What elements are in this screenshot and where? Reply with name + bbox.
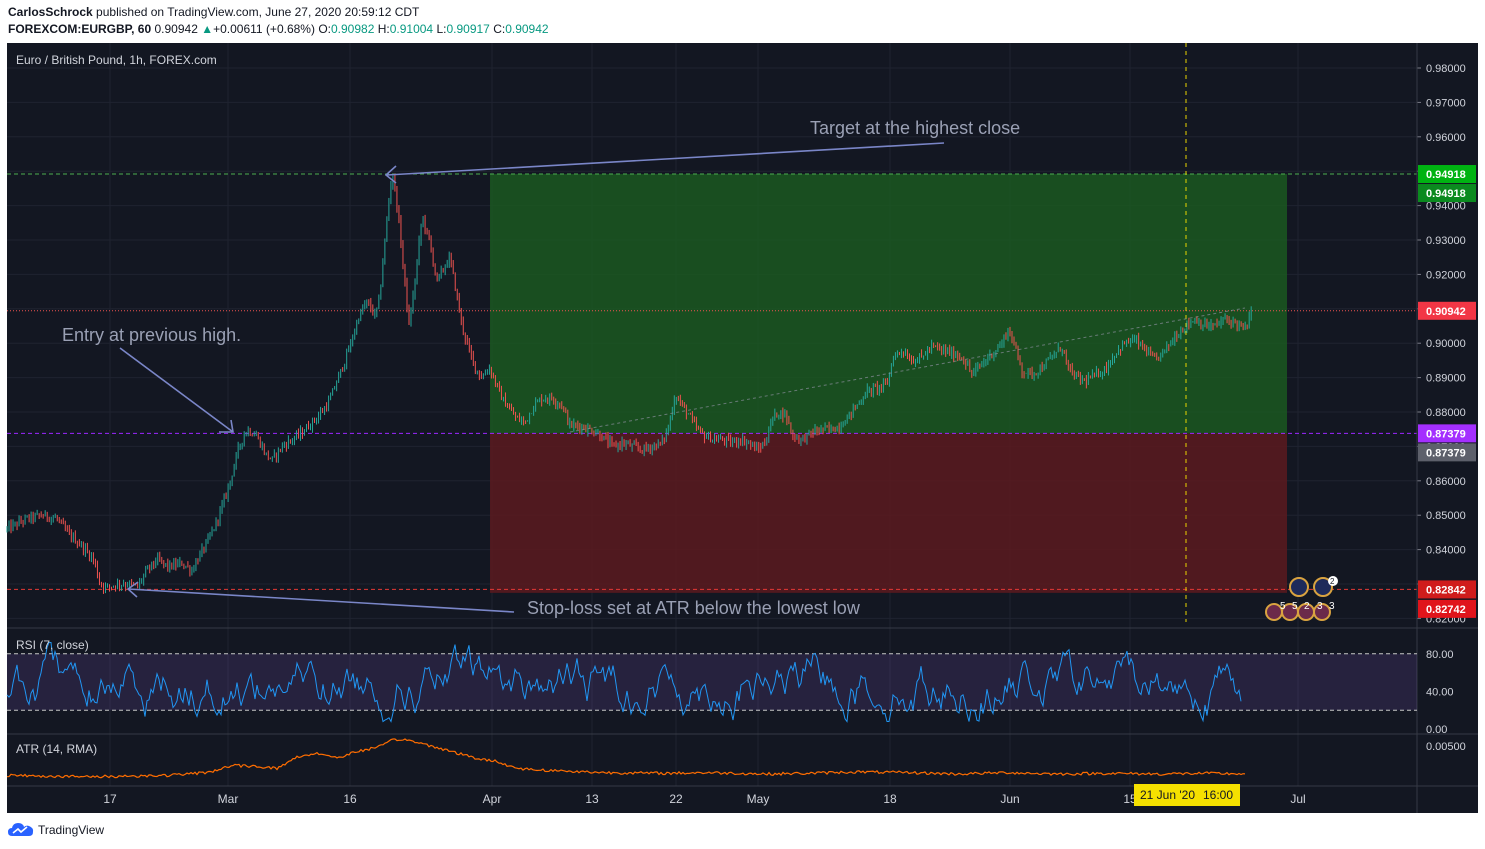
price-tag-label: 0.82842 [1426,584,1466,596]
time-tick-label: Mar [218,792,239,806]
atr-axis: 0.00500 [1426,741,1466,753]
price-tick-label: 0.88000 [1426,407,1466,419]
price-tag-label: 0.82742 [1426,604,1466,616]
high-label: H: [377,22,390,36]
change-value: +0.00611 (+0.68%) [213,22,315,36]
brand-name: TradingView [38,823,105,837]
event-count: 2 [1330,577,1335,586]
price-tick-label: 0.97000 [1426,97,1466,109]
event-count: 2 [1304,601,1310,612]
price-tick-label: 0.93000 [1426,235,1466,247]
high-value: 0.91004 [389,22,434,36]
author-name[interactable]: CarlosSchrock [8,5,93,19]
time-tick-label: May [747,792,770,806]
atr-tick-label: 0.00500 [1426,741,1466,753]
price-tag-label: 0.94918 [1426,169,1466,181]
annotation-stop[interactable]: Stop-loss set at ATR below the lowest lo… [527,598,861,618]
time-tick-label: 16 [343,792,357,806]
footer-brand[interactable]: TradingView [8,822,104,838]
symbol-label: FOREXCOM:EURGBP, 60 [8,22,152,36]
price-tick-label: 0.94000 [1426,201,1466,213]
price-tag-label: 0.87379 [1426,447,1466,459]
time-tick-label: 22 [669,792,683,806]
rsi-tick-label: 40.00 [1426,686,1454,698]
event-count: 5 [1280,601,1286,612]
time-tick-label: 17 [103,792,117,806]
close-value: 0.90942 [505,22,549,36]
rsi-title: RSI (7, close) [16,638,89,652]
price-tag-label: 0.90942 [1426,306,1466,318]
price-tick-label: 0.96000 [1426,132,1466,144]
event-count: 5 [1292,601,1298,612]
ohlc-legend: FOREXCOM:EURGBP, 60 0.90942 ▲+0.00611 (+… [8,22,549,36]
up-arrow-icon: ▲ [201,22,214,36]
rsi-tick-label: 80.00 [1426,649,1454,661]
price-tick-label: 0.90000 [1426,338,1466,350]
price-tick-label: 0.84000 [1426,545,1466,557]
price-tick-label: 0.98000 [1426,63,1466,75]
chart-title: Euro / British Pound, 1h, FOREX.com [16,53,217,67]
tradingview-cloud-icon [8,823,34,836]
crosshair-date: 21 Jun '20 [1140,788,1195,802]
profit-zone[interactable] [490,174,1287,434]
annotation-entry[interactable]: Entry at previous high. [62,325,241,345]
loss-zone[interactable] [490,433,1287,593]
atr-title: ATR (14, RMA) [16,742,97,756]
price-tick-label: 0.92000 [1426,269,1466,281]
event-count: 3 [1317,601,1323,612]
price-axis[interactable]: 0.980000.970000.960000.950000.940000.930… [1417,43,1478,627]
event-badge-icon[interactable] [1289,577,1309,597]
open-value: 0.90982 [330,22,375,36]
time-tick-label: Jul [1290,792,1305,806]
price-tick-label: 0.89000 [1426,373,1466,385]
publish-info: CarlosSchrock published on TradingView.c… [8,5,419,19]
time-tick-label: Jun [1000,792,1019,806]
rsi-tick-label: 0.00 [1426,724,1447,736]
price-tag-label: 0.87379 [1426,428,1466,440]
low-label: L: [436,22,447,36]
time-tick-label: 13 [585,792,599,806]
chart-canvas[interactable]: Target at the highest close Entry at pre… [0,40,1485,818]
last-price: 0.90942 [154,22,198,36]
rsi-band [7,653,1417,711]
publish-text: published on TradingView.com, June 27, 2… [96,5,420,19]
close-label: C: [493,22,506,36]
time-tick-label: 18 [883,792,897,806]
low-value: 0.90917 [446,22,490,36]
price-tick-label: 0.85000 [1426,510,1466,522]
open-label: O: [318,22,331,36]
price-axis-bg [1418,43,1478,627]
crosshair-time: 16:00 [1203,788,1233,802]
price-tick-label: 0.86000 [1426,476,1466,488]
annotation-target[interactable]: Target at the highest close [810,118,1020,138]
time-tick-label: Apr [483,792,502,806]
event-count: 3 [1329,601,1335,612]
price-tag-label: 0.94918 [1426,188,1466,200]
